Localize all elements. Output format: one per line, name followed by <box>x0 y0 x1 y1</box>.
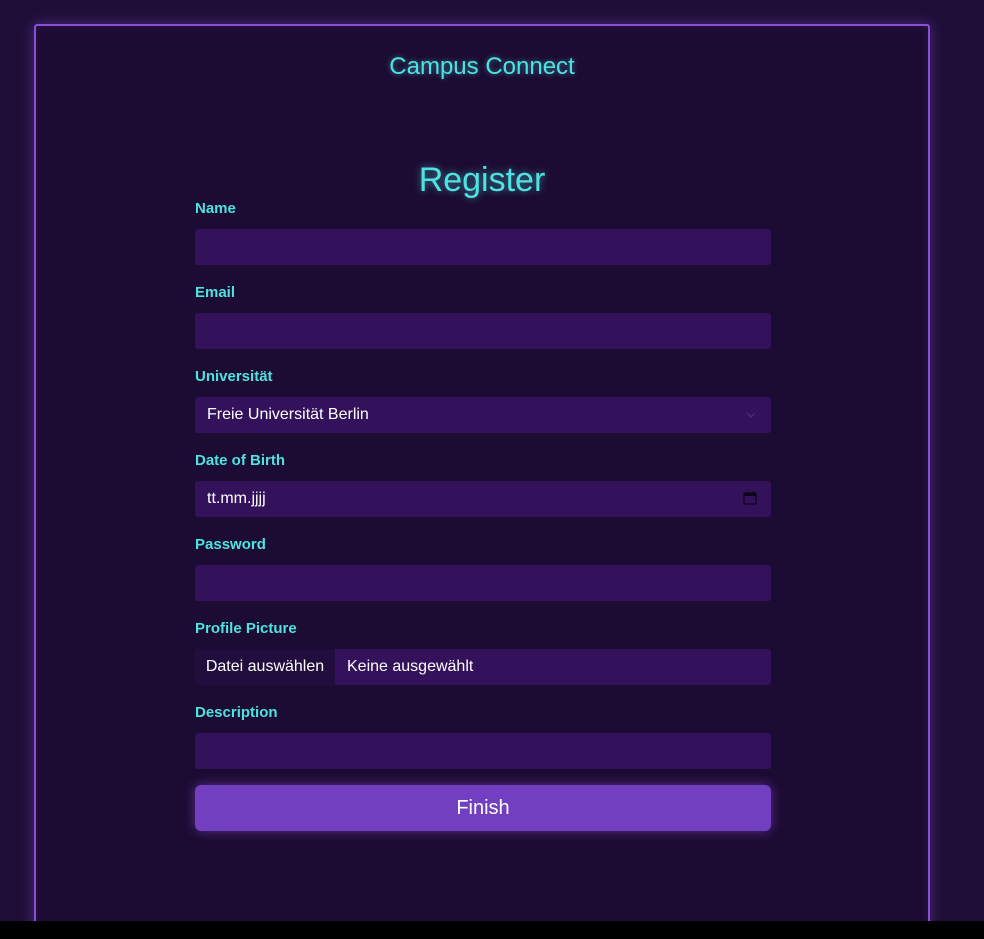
page-background: Campus Connect Register Name Email Unive… <box>0 0 984 921</box>
finish-button[interactable]: Finish <box>195 785 771 831</box>
email-group: Email <box>195 284 771 368</box>
dob-input[interactable]: tt.mm.jjjj <box>195 481 771 517</box>
email-label: Email <box>195 284 236 301</box>
profile-picture-label: Profile Picture <box>195 620 297 637</box>
choose-file-button[interactable]: Datei auswählen <box>195 649 335 685</box>
calendar-icon[interactable] <box>743 491 757 505</box>
name-input[interactable] <box>195 229 771 265</box>
name-group: Name <box>195 200 771 284</box>
description-group: Description <box>195 704 771 788</box>
password-group: Password <box>195 536 771 620</box>
university-label: Universität <box>195 368 273 385</box>
password-label: Password <box>195 536 266 553</box>
dob-group: Date of Birth tt.mm.jjjj <box>195 452 771 536</box>
chevron-down-icon <box>746 412 756 418</box>
brand-title: Campus Connect <box>389 53 575 80</box>
page-title: Register <box>418 161 546 199</box>
dob-label: Date of Birth <box>195 452 285 469</box>
university-select[interactable]: Freie Universität Berlin <box>195 397 771 433</box>
dob-placeholder: tt.mm.jjjj <box>207 490 266 507</box>
profile-picture-input: Datei auswählen Keine ausgewählt <box>195 649 771 685</box>
password-input[interactable] <box>195 565 771 601</box>
register-form: Name Email Universität Freie Universität… <box>195 200 771 788</box>
profile-picture-group: Profile Picture Datei auswählen Keine au… <box>195 620 771 704</box>
name-label: Name <box>195 200 236 217</box>
file-status-text: Keine ausgewählt <box>347 658 474 675</box>
university-group: Universität Freie Universität Berlin <box>195 368 771 452</box>
email-input[interactable] <box>195 313 771 349</box>
description-label: Description <box>195 704 278 721</box>
university-selected-value: Freie Universität Berlin <box>207 406 369 423</box>
description-input[interactable] <box>195 733 771 769</box>
